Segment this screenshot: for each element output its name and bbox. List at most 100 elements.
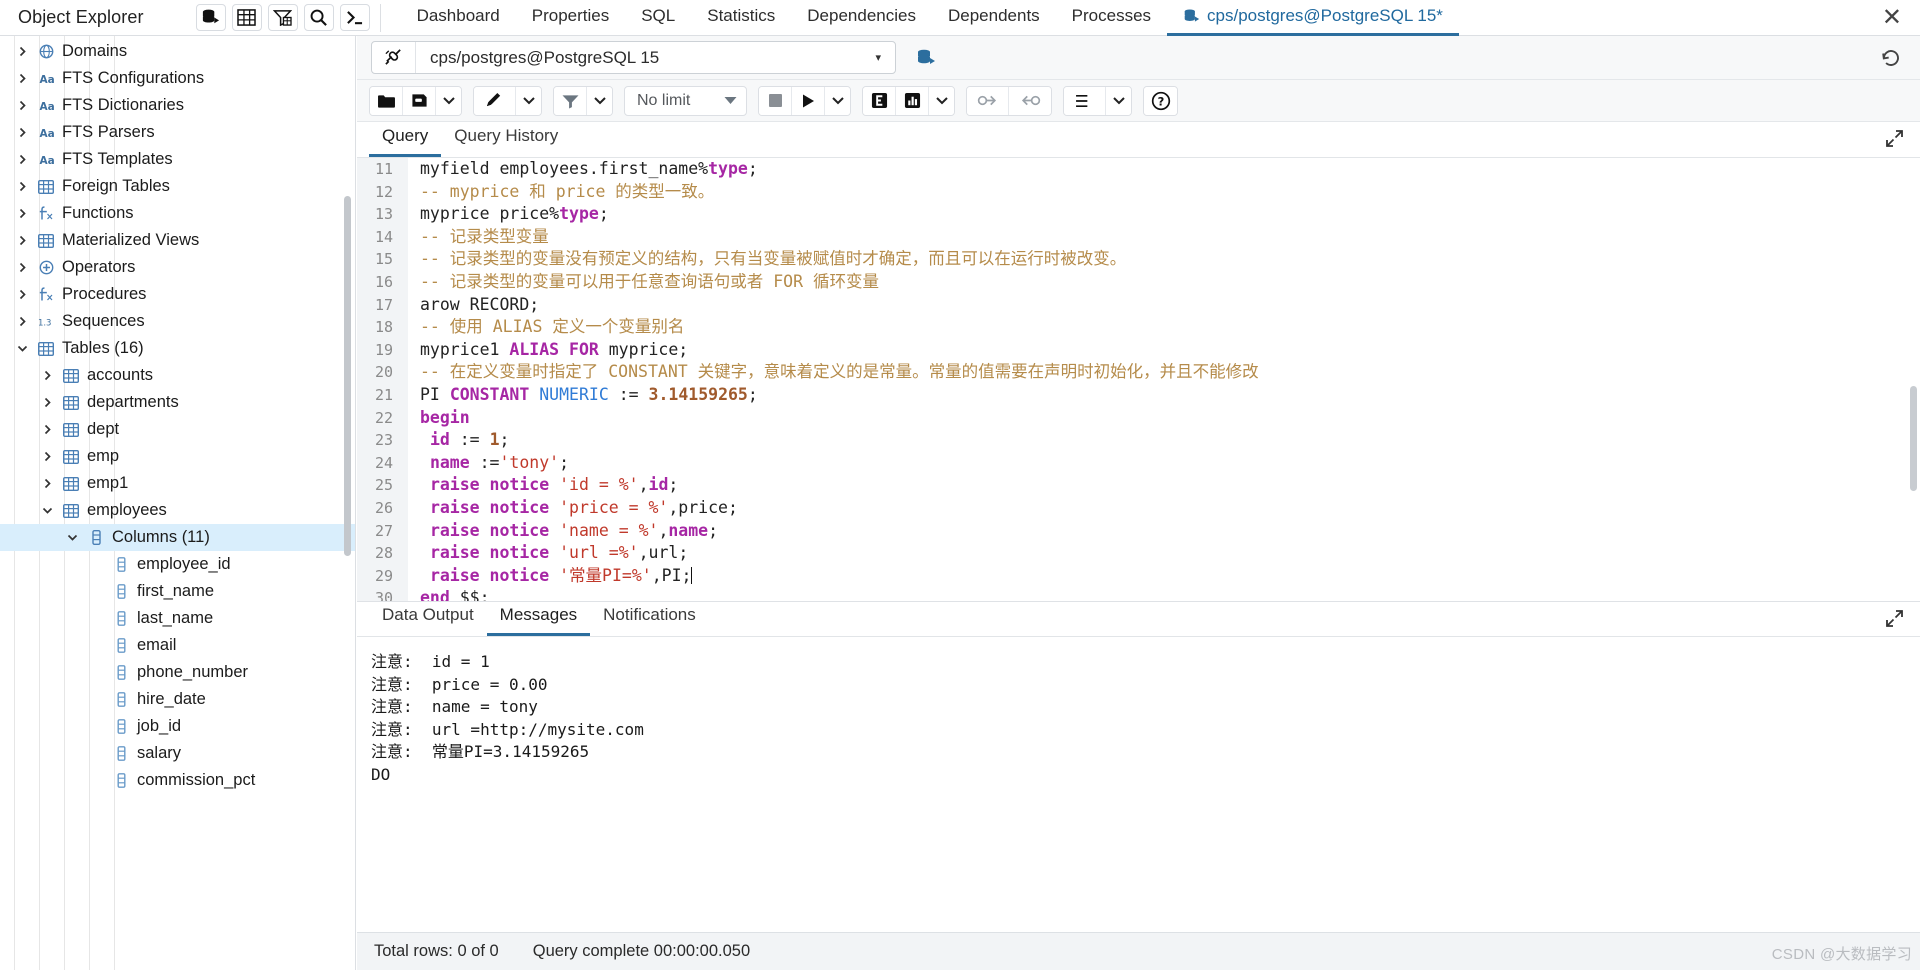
tab-query[interactable]: Query bbox=[369, 126, 442, 157]
code-line[interactable]: 28 raise notice 'url =%',url; bbox=[357, 542, 1920, 565]
code-line[interactable]: 22 begin bbox=[357, 406, 1920, 430]
close-icon[interactable]: ✕ bbox=[1882, 5, 1902, 30]
object-explorer-db-icon[interactable] bbox=[195, 4, 226, 31]
explain-analyze-icon[interactable] bbox=[896, 86, 929, 115]
sidebar-item-departments[interactable]: departments bbox=[0, 389, 355, 416]
edit-pencil-icon[interactable] bbox=[474, 86, 516, 115]
chevron-right-icon[interactable] bbox=[42, 424, 60, 435]
database-stack-icon[interactable] bbox=[910, 41, 942, 74]
code-line[interactable]: 23 id := 1; bbox=[357, 429, 1920, 452]
chevron-down-icon[interactable] bbox=[17, 343, 35, 354]
chevron-down-icon[interactable] bbox=[67, 532, 85, 543]
sidebar-scrollbar[interactable] bbox=[344, 196, 351, 556]
code-line[interactable]: 30 end $$; bbox=[357, 587, 1920, 601]
explain-icon[interactable] bbox=[863, 86, 896, 115]
sidebar-item-hire-date[interactable]: hire_date bbox=[0, 686, 355, 713]
sidebar-item-employees[interactable]: employees bbox=[0, 497, 355, 524]
sidebar-item-phone-number[interactable]: phone_number bbox=[0, 659, 355, 686]
filter-icon[interactable] bbox=[554, 86, 587, 115]
sidebar-item-employee-id[interactable]: employee_id bbox=[0, 551, 355, 578]
code-line[interactable]: 21 PI CONSTANT NUMERIC := 3.14159265; bbox=[357, 383, 1920, 407]
connection-select[interactable]: cps/postgres@PostgreSQL 15 ▾ bbox=[371, 41, 896, 74]
tab-notifications[interactable]: Notifications bbox=[590, 605, 709, 636]
editor-scrollbar[interactable] bbox=[1910, 386, 1917, 491]
code-line[interactable]: 29 raise notice '常量PI=%',PI; bbox=[357, 564, 1920, 588]
code-line[interactable]: 16 -- 记录类型的变量可以用于任意查询语句或者 FOR 循环变量 bbox=[357, 270, 1920, 294]
sidebar-item-fts-templates[interactable]: Aa FTS Templates bbox=[0, 146, 355, 173]
chevron-down-icon[interactable] bbox=[42, 505, 60, 516]
tab-sql[interactable]: SQL bbox=[625, 0, 691, 36]
sidebar-item-emp1[interactable]: emp1 bbox=[0, 470, 355, 497]
sidebar-item-emp[interactable]: emp bbox=[0, 443, 355, 470]
code-line[interactable]: 12 -- myprice 和 price 的类型一致。 bbox=[357, 180, 1920, 204]
restore-layout-icon[interactable] bbox=[1874, 43, 1908, 73]
stop-icon[interactable] bbox=[759, 86, 792, 115]
sidebar-item-last-name[interactable]: last_name bbox=[0, 605, 355, 632]
sidebar-item-fts-parsers[interactable]: Aa FTS Parsers bbox=[0, 119, 355, 146]
tab-dashboard[interactable]: Dashboard bbox=[401, 0, 516, 36]
code-line[interactable]: 26 raise notice 'price = %',price; bbox=[357, 496, 1920, 520]
edit-caret-icon[interactable] bbox=[516, 86, 541, 115]
sidebar-item-commission-pct[interactable]: commission_pct bbox=[0, 767, 355, 794]
macros-list-icon[interactable] bbox=[1064, 86, 1106, 115]
sidebar-item-columns-11[interactable]: Columns (11) bbox=[0, 524, 355, 551]
object-tree[interactable]: Domains Aa FTS Configurations Aa FTS Diction… bbox=[0, 36, 355, 794]
sidebar-item-job-id[interactable]: job_id bbox=[0, 713, 355, 740]
tab-dependencies[interactable]: Dependencies bbox=[791, 0, 932, 36]
tab-processes[interactable]: Processes bbox=[1056, 0, 1167, 36]
execute-play-icon[interactable] bbox=[792, 86, 825, 115]
sidebar-item-operators[interactable]: Operators bbox=[0, 254, 355, 281]
sidebar-item-tables-16[interactable]: Tables (16) bbox=[0, 335, 355, 362]
help-icon[interactable]: ? bbox=[1144, 86, 1177, 115]
chevron-right-icon[interactable] bbox=[17, 316, 35, 327]
rollback-icon[interactable] bbox=[1009, 86, 1051, 115]
tab-statistics[interactable]: Statistics bbox=[691, 0, 791, 36]
expand-output-icon[interactable] bbox=[1885, 609, 1904, 628]
sidebar-item-foreign-tables[interactable]: Foreign Tables bbox=[0, 173, 355, 200]
chevron-right-icon[interactable] bbox=[42, 397, 60, 408]
tab-data-output[interactable]: Data Output bbox=[369, 605, 487, 636]
save-caret-icon[interactable] bbox=[436, 86, 461, 115]
sql-editor[interactable]: 11 myfield employees.first_name%type; 12 --… bbox=[357, 158, 1920, 601]
code-line[interactable]: 19 myprice1 ALIAS FOR myprice; bbox=[357, 338, 1920, 362]
chevron-right-icon[interactable] bbox=[17, 208, 35, 219]
sidebar-item-domains[interactable]: Domains bbox=[0, 38, 355, 65]
chevron-right-icon[interactable] bbox=[17, 127, 35, 138]
sidebar-item-first-name[interactable]: first_name bbox=[0, 578, 355, 605]
chevron-right-icon[interactable] bbox=[17, 46, 35, 57]
sidebar-item-dept[interactable]: dept bbox=[0, 416, 355, 443]
sidebar-item-email[interactable]: email bbox=[0, 632, 355, 659]
commit-icon[interactable] bbox=[967, 86, 1009, 115]
chevron-right-icon[interactable] bbox=[17, 181, 35, 192]
code-line[interactable]: 14 -- 记录类型变量 bbox=[357, 225, 1920, 249]
expand-editor-icon[interactable] bbox=[1885, 129, 1904, 148]
macros-caret-icon[interactable] bbox=[1106, 86, 1131, 115]
sidebar-item-sequences[interactable]: 1. 3 Sequences bbox=[0, 308, 355, 335]
chevron-right-icon[interactable] bbox=[17, 100, 35, 111]
code-line[interactable]: 18 -- 使用 ALIAS 定义一个变量别名 bbox=[357, 316, 1920, 339]
code-line[interactable]: 27 raise notice 'name = %',name; bbox=[357, 519, 1920, 543]
chevron-right-icon[interactable] bbox=[42, 478, 60, 489]
tab-dependents[interactable]: Dependents bbox=[932, 0, 1056, 36]
grid-table-icon[interactable] bbox=[231, 4, 262, 31]
code-line[interactable]: 24 name :='tony'; bbox=[357, 451, 1920, 475]
open-file-icon[interactable] bbox=[370, 86, 403, 115]
terminal-icon[interactable] bbox=[339, 4, 370, 31]
search-icon[interactable] bbox=[303, 4, 334, 31]
chevron-down-icon[interactable]: ▾ bbox=[861, 51, 895, 64]
filter-caret-icon[interactable] bbox=[587, 86, 612, 115]
sidebar-item-fts-dictionaries[interactable]: Aa FTS Dictionaries bbox=[0, 92, 355, 119]
code-line[interactable]: 11 myfield employees.first_name%type; bbox=[357, 158, 1920, 181]
chevron-right-icon[interactable] bbox=[17, 154, 35, 165]
chevron-right-icon[interactable] bbox=[17, 262, 35, 273]
tab-query-session[interactable]: cps/postgres@PostgreSQL 15* bbox=[1167, 0, 1459, 36]
chevron-right-icon[interactable] bbox=[17, 289, 35, 300]
code-line[interactable]: 20 -- 在定义变量时指定了 CONSTANT 关键字，意味着定义的是常量。常量… bbox=[357, 361, 1920, 384]
code-line[interactable]: 15 -- 记录类型的变量没有预定义的结构，只有当变量被赋值时才确定，而且可以在运… bbox=[357, 248, 1920, 271]
tab-properties[interactable]: Properties bbox=[516, 0, 625, 36]
execute-caret-icon[interactable] bbox=[825, 86, 850, 115]
sidebar-item-salary[interactable]: salary bbox=[0, 740, 355, 767]
save-file-icon[interactable] bbox=[403, 86, 436, 115]
chevron-right-icon[interactable] bbox=[17, 73, 35, 84]
code-line[interactable]: 25 raise notice 'id = %',id; bbox=[357, 474, 1920, 497]
